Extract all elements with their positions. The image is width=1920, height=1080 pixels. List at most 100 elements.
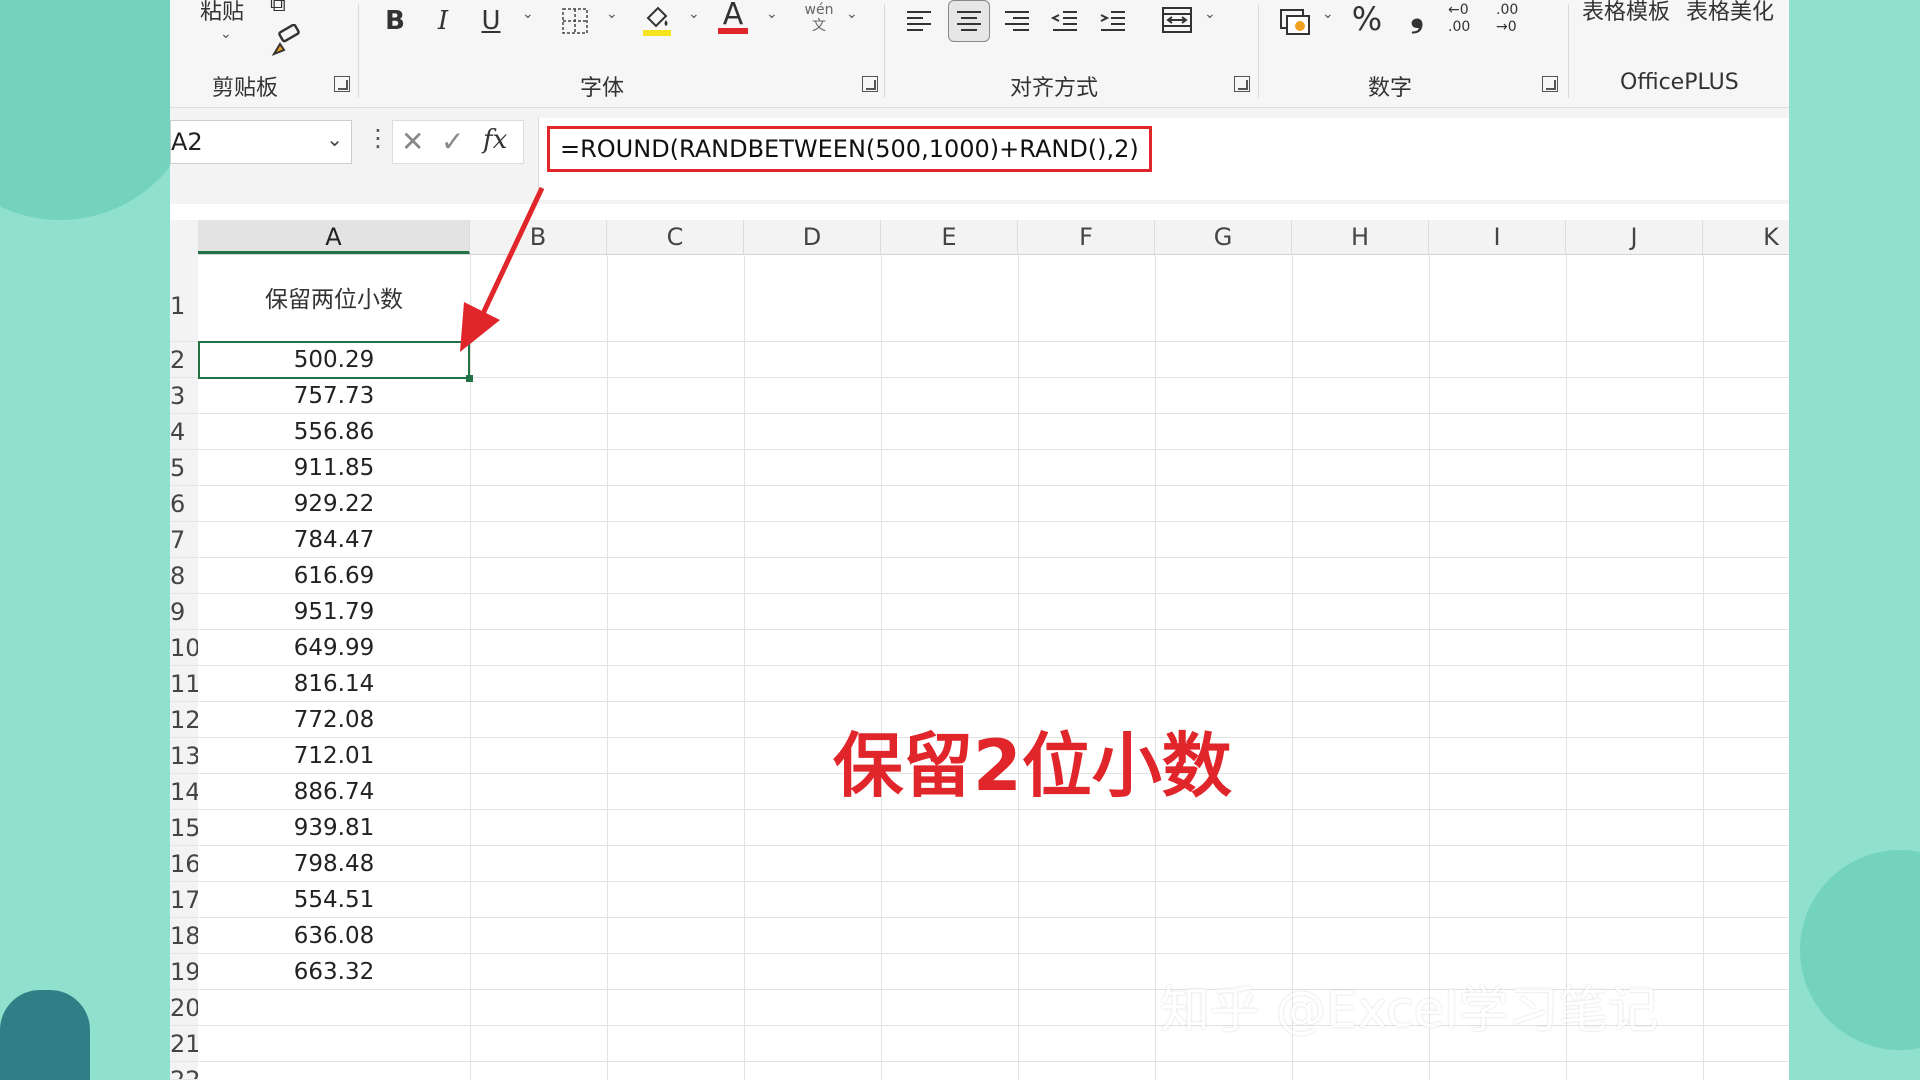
row-header-6[interactable]: 6 <box>170 486 198 522</box>
table-beautify-button[interactable]: 表格美化 <box>1686 0 1774 26</box>
align-center-button[interactable] <box>948 0 990 42</box>
row-header-22[interactable]: 22 <box>170 1062 198 1080</box>
row-header-5[interactable]: 5 <box>170 450 198 486</box>
background-blob-right <box>1800 850 1920 1050</box>
paste-button[interactable]: 粘贴 <box>200 0 244 26</box>
row-header-17[interactable]: 17 <box>170 882 198 918</box>
table-cell[interactable]: 649.99 <box>198 630 470 666</box>
column-header-h[interactable]: H <box>1292 220 1429 254</box>
table-cell[interactable]: 929.22 <box>198 486 470 522</box>
table-cell[interactable]: 939.81 <box>198 810 470 846</box>
confirm-icon[interactable]: ✓ <box>441 125 464 158</box>
borders-icon[interactable] <box>560 6 590 36</box>
fill-color-dropdown-caret[interactable]: ⌄ <box>688 6 700 22</box>
merge-center-icon[interactable] <box>1160 4 1194 36</box>
font-color-button[interactable]: A <box>718 0 748 30</box>
row-header-21[interactable]: 21 <box>170 1026 198 1062</box>
copy-icon[interactable]: ⧉ <box>270 0 286 20</box>
borders-dropdown-caret[interactable]: ⌄ <box>606 6 618 22</box>
row-header-1[interactable]: 1 <box>170 254 198 342</box>
column-header-d[interactable]: D <box>744 220 881 254</box>
spreadsheet-grid: A B C D E F G H I J K 1 保留两位小数 2 500.29 <box>170 186 1789 1080</box>
alignment-launcher[interactable] <box>1234 76 1250 92</box>
table-cell[interactable]: 772.08 <box>198 702 470 738</box>
underline-button[interactable]: U <box>478 6 504 36</box>
select-all-corner[interactable] <box>170 220 199 254</box>
font-color-dropdown-caret[interactable]: ⌄ <box>766 6 778 22</box>
underline-dropdown-caret[interactable]: ⌄ <box>522 6 534 22</box>
row-header-2[interactable]: 2 <box>170 342 198 378</box>
font-launcher[interactable] <box>862 76 878 92</box>
formula-input[interactable]: =ROUND(RANDBETWEEN(500,1000)+RAND(),2) <box>538 118 1789 200</box>
pinyin-dropdown-caret[interactable]: ⌄ <box>846 6 858 22</box>
decrease-decimal-button[interactable]: .00 →0 <box>1496 2 1530 36</box>
column-header-a[interactable]: A <box>198 220 470 254</box>
row-header-4[interactable]: 4 <box>170 414 198 450</box>
chevron-down-icon[interactable]: ⌄ <box>326 127 343 151</box>
row-header-11[interactable]: 11 <box>170 666 198 702</box>
row-header-13[interactable]: 13 <box>170 738 198 774</box>
column-header-e[interactable]: E <box>881 220 1018 254</box>
increase-indent-icon[interactable] <box>1098 6 1128 36</box>
row-header-10[interactable]: 10 <box>170 630 198 666</box>
decrease-decimal-top: .00 <box>1496 2 1519 18</box>
table-cell[interactable]: 798.48 <box>198 846 470 882</box>
row-header-12[interactable]: 12 <box>170 702 198 738</box>
table-template-button[interactable]: 表格模板 <box>1582 0 1670 26</box>
merge-dropdown-caret[interactable]: ⌄ <box>1204 6 1216 22</box>
selected-cell-a2[interactable] <box>198 341 473 382</box>
row-header-16[interactable]: 16 <box>170 846 198 882</box>
row-header-8[interactable]: 8 <box>170 558 198 594</box>
table-cell[interactable]: 757.73 <box>198 378 470 414</box>
clipboard-launcher[interactable] <box>334 76 350 92</box>
column-header-k[interactable]: K <box>1703 220 1789 254</box>
row-header-3[interactable]: 3 <box>170 378 198 414</box>
comma-style-button[interactable]: ❟ <box>1402 0 1432 32</box>
header-cell-a1[interactable]: 保留两位小数 <box>198 280 470 313</box>
paste-dropdown-caret[interactable]: ⌄ <box>220 26 232 42</box>
name-box[interactable]: A2 ⌄ <box>170 120 352 164</box>
row-header-7[interactable]: 7 <box>170 522 198 558</box>
font-group-label: 字体 <box>580 76 625 101</box>
decrease-indent-icon[interactable] <box>1050 6 1080 36</box>
fill-color-icon[interactable] <box>640 2 674 38</box>
table-cell[interactable]: 636.08 <box>198 918 470 954</box>
column-header-g[interactable]: G <box>1155 220 1292 254</box>
table-cell[interactable]: 712.01 <box>198 738 470 774</box>
row-header-20[interactable]: 20 <box>170 990 198 1026</box>
row-header-15[interactable]: 15 <box>170 810 198 846</box>
number-launcher[interactable] <box>1542 76 1558 92</box>
table-cell[interactable]: 554.51 <box>198 882 470 918</box>
currency-format-icon[interactable] <box>1278 4 1312 38</box>
table-cell[interactable]: 663.32 <box>198 954 470 990</box>
increase-decimal-button[interactable]: ←0 .00 <box>1448 2 1482 36</box>
column-header-f[interactable]: F <box>1018 220 1155 254</box>
percent-button[interactable]: % <box>1350 3 1384 35</box>
pinyin-guide-icon[interactable]: wén 文 <box>804 2 834 34</box>
more-options-icon[interactable]: ⋮ <box>366 124 390 152</box>
table-cell[interactable]: 784.47 <box>198 522 470 558</box>
column-header-j[interactable]: J <box>1566 220 1703 254</box>
decrease-decimal-bottom: →0 <box>1496 19 1517 35</box>
italic-button[interactable]: I <box>430 6 456 36</box>
align-left-icon[interactable] <box>904 6 934 36</box>
table-cell[interactable]: 616.69 <box>198 558 470 594</box>
ribbon-separator <box>1568 4 1569 98</box>
table-cell[interactable]: 556.86 <box>198 414 470 450</box>
row-header-9[interactable]: 9 <box>170 594 198 630</box>
bold-button[interactable]: B <box>382 6 408 36</box>
row-header-18[interactable]: 18 <box>170 918 198 954</box>
column-header-i[interactable]: I <box>1429 220 1566 254</box>
table-cell[interactable]: 911.85 <box>198 450 470 486</box>
cancel-icon[interactable]: ✕ <box>401 125 424 158</box>
table-cell[interactable]: 951.79 <box>198 594 470 630</box>
align-right-icon[interactable] <box>1002 6 1032 36</box>
table-cell[interactable]: 886.74 <box>198 774 470 810</box>
table-cell[interactable]: 816.14 <box>198 666 470 702</box>
row-header-19[interactable]: 19 <box>170 954 198 990</box>
currency-dropdown-caret[interactable]: ⌄ <box>1322 6 1334 22</box>
column-header-c[interactable]: C <box>607 220 744 254</box>
row-header-14[interactable]: 14 <box>170 774 198 810</box>
format-painter-icon[interactable] <box>270 24 304 58</box>
fx-icon[interactable]: fx <box>483 125 507 155</box>
